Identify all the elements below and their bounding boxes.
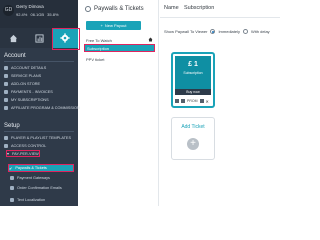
back-icon[interactable] [85, 6, 91, 12]
panel-title: Paywalls & Tickets [94, 6, 144, 12]
edit-icon[interactable] [175, 99, 179, 103]
sidebar-sub-item-payment-gateways[interactable]: Payment Gateways [10, 174, 78, 182]
sidebar-item-label: MY SUBSCRIPTIONS [11, 97, 49, 102]
sidebar-item-label: Paywalls & Tickets [15, 166, 47, 170]
player-icon [4, 135, 8, 140]
sidebar-item-label: ADD-ON STORE [11, 81, 41, 86]
radio-with-delay-label: With delay [251, 29, 270, 34]
plus-icon: + [100, 23, 103, 28]
list-icon [4, 73, 8, 78]
sidebar-item-label: AFFILIATE PROGRAM & COMMISSIONS [11, 105, 83, 110]
sidebar-item-label: Text Localization [17, 198, 46, 202]
name-label: Name [164, 5, 179, 11]
paywall-item-ppv[interactable]: PPV ticket [84, 55, 155, 63]
usage-stats: 92.4% 06.1GB 35.8% [16, 12, 61, 17]
divider [160, 17, 280, 18]
invoice-icon [4, 89, 8, 94]
paywall-item-label: PPV ticket [86, 56, 105, 62]
tab-analytics[interactable] [26, 28, 52, 48]
email-icon [10, 186, 14, 190]
promo-button[interactable]: PROM [187, 99, 198, 103]
add-ticket-label: Add Ticket [181, 124, 205, 130]
copy-icon[interactable] [199, 99, 204, 103]
sidebar-tabs [0, 28, 80, 50]
ticket-header: £ 1 Subscription [175, 56, 211, 89]
ticket-icon: ✔ [9, 165, 13, 171]
user-name: Gerry Dimova [16, 4, 44, 9]
ticket-toolbar: PROM ✕ [175, 98, 211, 104]
divider [4, 61, 74, 62]
sidebar-item-affiliate-program[interactable]: AFFILIATE PROGRAM & COMMISSIONS [4, 104, 82, 111]
sidebar-item-my-subscriptions[interactable]: MY SUBSCRIPTIONS [4, 96, 78, 103]
sidebar-item-label: PAYMENTS - INVOICES [11, 89, 53, 94]
paywall-item-subscription[interactable]: Subscription [84, 44, 155, 52]
paywalls-panel: Paywalls & Tickets + New Payout Free To … [80, 0, 159, 206]
sidebar-item-account-details[interactable]: ACCOUNT DETAILS [4, 64, 78, 71]
add-ticket-card[interactable]: Add Ticket + [171, 117, 215, 160]
sidebar-item-label: Payment Gateways [17, 176, 50, 180]
sidebar-item-label: Order Confirmation Emails [17, 186, 62, 190]
paywall-item-label: Subscription [87, 45, 110, 51]
home-icon [9, 34, 17, 42]
lock-icon [4, 143, 8, 148]
tab-settings[interactable] [52, 28, 80, 50]
close-icon[interactable]: ✕ [206, 99, 209, 104]
divider [4, 131, 74, 132]
user-icon [4, 65, 8, 70]
buy-now-button[interactable]: Buy now [175, 89, 211, 95]
sidebar: GD Gerry Dimova 92.4% 06.1GB 35.8% Accou… [0, 0, 82, 206]
radio-immediately[interactable] [210, 29, 216, 34]
sidebar-sub-item-confirmation-emails[interactable]: Order Confirmation Emails [10, 184, 78, 192]
gear-icon [60, 33, 70, 43]
sidebar-item-pay-per-view[interactable]: ▾ PAY-PER-VIEW [6, 150, 40, 157]
sidebar-item-player-templates[interactable]: PLAYER & PLAYLIST TEMPLATES [4, 134, 78, 141]
cart-icon [4, 81, 8, 86]
ticket-card[interactable]: £ 1 Subscription Buy now PROM ✕ [171, 52, 215, 108]
sidebar-item-label: PLAYER & PLAYLIST TEMPLATES [11, 135, 72, 140]
account-section-title: Account [4, 53, 26, 59]
tab-home[interactable] [0, 28, 26, 48]
radio-immediately-label: Immediately [218, 29, 240, 34]
ticket-price: £ 1 [188, 61, 198, 68]
ticket-name: Subscription [183, 71, 203, 75]
new-payout-label: New Payout [104, 23, 127, 28]
card-icon [10, 176, 14, 180]
sidebar-item-label: SERVICE PLANS [11, 73, 42, 78]
subscription-icon [4, 97, 8, 102]
show-paywall-label: Show Paywall To Viewer [164, 29, 208, 34]
sidebar-sub-item-paywalls[interactable]: ✔ Paywalls & Tickets [8, 164, 74, 172]
analytics-icon [34, 33, 44, 43]
paywall-item-free[interactable]: Free To Watch [84, 36, 155, 44]
radio-with-delay[interactable] [243, 29, 248, 34]
plus-icon[interactable]: + [187, 138, 199, 150]
users-icon[interactable] [181, 99, 185, 103]
sidebar-item-label: ACCESS CONTROL [11, 143, 47, 148]
sidebar-item-label: ACCOUNT DETAILS [11, 65, 47, 70]
sidebar-item-label: PAY-PER-VIEW [12, 151, 39, 156]
home-icon [148, 37, 153, 42]
sidebar-item-service-plans[interactable]: SERVICE PLANS [4, 72, 78, 79]
affiliate-icon [4, 105, 8, 110]
new-payout-button[interactable]: + New Payout [86, 21, 141, 30]
sidebar-item-addon-store[interactable]: ADD-ON STORE [4, 80, 78, 87]
user-profile[interactable]: GD Gerry Dimova 92.4% 06.1GB 35.8% [0, 0, 78, 28]
sidebar-sub-item-text-localization[interactable]: Text Localization [10, 196, 78, 204]
paywall-item-label: Free To Watch [86, 37, 112, 43]
sidebar-item-payments-invoices[interactable]: PAYMENTS - INVOICES [4, 88, 78, 95]
usage-stat: 92.4% [16, 12, 28, 17]
name-field[interactable]: Subscription [184, 5, 214, 11]
chevron-down-icon: ▾ [7, 151, 10, 156]
setup-section-title: Setup [4, 123, 20, 129]
show-paywall-options: Show Paywall To Viewer Immediately With … [164, 29, 270, 34]
sidebar-item-access-control[interactable]: ACCESS CONTROL [4, 142, 78, 149]
globe-icon [10, 198, 14, 202]
usage-stat: 06.1GB [30, 12, 45, 17]
usage-stat: 35.8% [47, 12, 59, 17]
panel-header: Paywalls & Tickets [85, 6, 144, 12]
avatar: GD [3, 5, 14, 16]
